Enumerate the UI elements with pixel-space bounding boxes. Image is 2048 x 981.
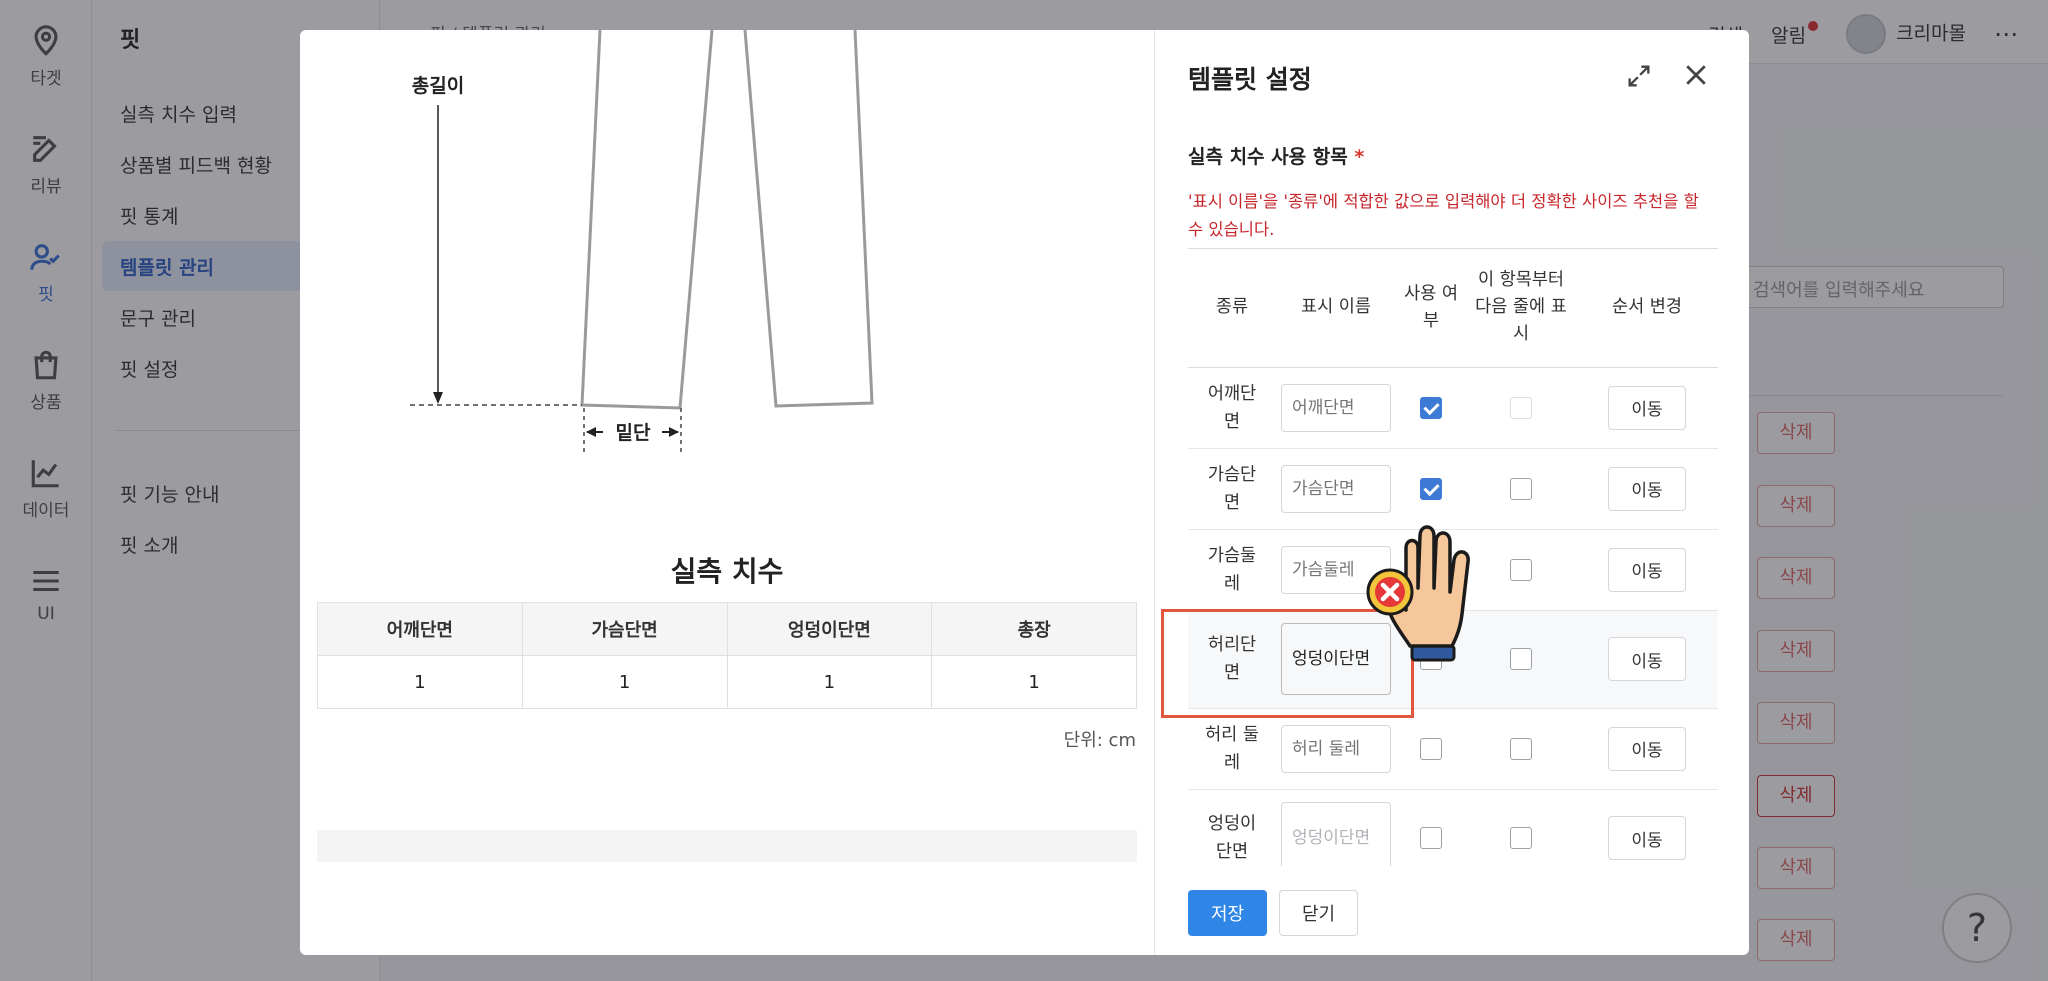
use-checkbox[interactable] [1420,477,1442,500]
panel-title: 템플릿 설정 [1188,65,1312,94]
measure-header: 어깨단면 [317,602,523,656]
header-display-name: 표시 이름 [1276,249,1396,368]
close-button[interactable]: 닫기 [1279,890,1358,936]
settings-panel: 템플릿 설정 실측 치수 사용 항목 * '표시 이름'을 '종류'에 적합한 … [1154,30,1749,955]
measure-title: 실측 치수 [670,555,784,588]
header-order: 순서 변경 [1576,249,1718,368]
expand-icon[interactable] [1625,62,1653,90]
pants-diagram: 총길이 밑단 [410,30,874,455]
warning-text: '표시 이름'을 '종류'에 적합한 값으로 입력해야 더 정확한 사이즈 추천… [1188,192,1699,239]
table-row: 허리 둘레 이동 [1188,708,1718,790]
use-checkbox[interactable] [1420,827,1442,849]
row-kind: 엉덩이단면 [1188,789,1276,866]
measure-header: 가슴단면 [521,602,728,656]
stop-hand-icon [1366,525,1470,662]
row-kind: 허리 둘레 [1188,708,1276,790]
measure-value: 1 [726,655,933,709]
move-button[interactable]: 이동 [1608,726,1686,771]
section-label: 실측 치수 사용 항목 * [1188,142,1364,169]
move-button[interactable]: 이동 [1608,637,1686,681]
use-checkbox[interactable] [1420,396,1442,419]
measure-header: 총장 [931,602,1137,656]
display-name-input[interactable] [1281,724,1391,773]
newline-checkbox[interactable] [1510,737,1532,760]
row-kind: 어깨단면 [1188,367,1276,449]
save-button[interactable]: 저장 [1188,890,1267,936]
move-button[interactable]: 이동 [1608,816,1686,860]
row-kind: 가슴단면 [1188,448,1276,530]
move-button[interactable]: 이동 [1608,466,1686,511]
section-label-text: 실측 치수 사용 항목 [1188,146,1348,168]
table-row: 엉덩이단면 엉덩이단면 이동 [1188,789,1718,866]
move-button[interactable]: 이동 [1608,547,1686,592]
newline-checkbox[interactable] [1510,396,1532,419]
required-mark: * [1354,146,1365,168]
move-button[interactable]: 이동 [1608,385,1686,430]
header-use: 사용 여부 [1396,249,1466,368]
newline-checkbox[interactable] [1510,648,1532,670]
table-row: 가슴단면 이동 [1188,448,1718,530]
hem-label: 밑단 [616,422,651,444]
unit-label: 단위: cm [1063,730,1136,751]
newline-checkbox[interactable] [1510,477,1532,500]
measure-value: 1 [931,655,1137,709]
display-name-input[interactable]: 엉덩이단면 [1281,802,1391,866]
header-kind: 종류 [1188,249,1276,368]
row-kind: 가슴둘레 [1188,529,1276,611]
table-row: 어깨단면 이동 [1188,367,1718,449]
close-icon[interactable] [1681,60,1711,90]
total-length-label: 총길이 [412,75,464,97]
newline-checkbox[interactable] [1510,558,1532,581]
measure-table: 어깨단면 가슴단면 엉덩이단면 총장 1 1 1 1 [317,602,1137,709]
header-newline: 이 항목부터 다음 줄에 표시 [1466,249,1576,368]
preview-footer-bar [317,830,1137,862]
template-settings-modal: 총길이 밑단 실측 치수 어깨단면 가슴단면 엉덩이단면 총장 1 1 1 1 … [300,30,1749,955]
measure-header: 엉덩이단면 [726,602,933,656]
display-name-input[interactable] [1281,464,1391,513]
measure-value: 1 [317,655,523,709]
newline-checkbox[interactable] [1510,827,1532,849]
measure-value: 1 [521,655,728,709]
use-checkbox[interactable] [1420,737,1442,760]
template-preview: 총길이 밑단 실측 치수 어깨단면 가슴단면 엉덩이단면 총장 1 1 1 1 … [300,30,1154,955]
display-name-input[interactable] [1281,383,1391,432]
